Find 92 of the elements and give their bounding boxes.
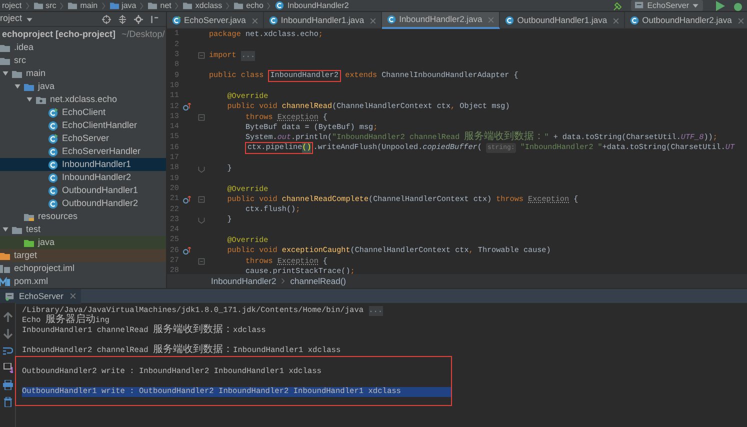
breadcrumb-item[interactable]: xdclass: [181, 0, 224, 10]
breadcrumb-item[interactable]: main: [66, 0, 100, 10]
class-icon: [48, 134, 58, 144]
project-view-dropdown[interactable]: roject: [0, 12, 34, 26]
file-icon: [0, 276, 10, 286]
breadcrumb-item[interactable]: net: [146, 0, 174, 10]
folder-icon: [68, 1, 78, 10]
caret-icon: [692, 2, 699, 9]
class-icon: [387, 15, 396, 24]
tree-item[interactable]: OutboundHandler1: [0, 184, 166, 197]
close-icon[interactable]: [70, 293, 76, 299]
target-icon[interactable]: [102, 14, 111, 24]
debug-button[interactable]: [733, 0, 743, 10]
breadcrumb-item[interactable]: src: [32, 0, 58, 10]
breadcrumb-item[interactable]: channelRead(): [290, 274, 346, 288]
folder-icon: [110, 1, 119, 10]
trash-icon[interactable]: [2, 397, 12, 407]
editor-tab[interactable]: OutboundHandler1.java: [500, 12, 626, 29]
tree-item[interactable]: EchoClient: [0, 106, 166, 119]
tree-item[interactable]: test: [0, 223, 166, 236]
chevron-icon: [100, 0, 108, 10]
scroll-to-end-icon[interactable]: [2, 363, 12, 373]
folder-icon: [148, 1, 158, 10]
down-arrow-icon[interactable]: [2, 329, 12, 339]
bug-icon: [733, 0, 743, 10]
console-icon: [5, 292, 15, 300]
tree-item[interactable]: java: [0, 236, 166, 249]
tree-item[interactable]: echoproject.iml: [0, 262, 166, 275]
close-icon[interactable]: [370, 18, 376, 24]
class-icon: [275, 1, 284, 10]
tree-item[interactable]: InboundHandler1: [0, 158, 166, 171]
tree-item[interactable]: InboundHandler2: [0, 171, 166, 184]
breadcrumb-item[interactable]: InboundHandler2: [273, 0, 351, 10]
tree-item[interactable]: EchoClientHandler: [0, 119, 166, 132]
run-config-dropdown[interactable]: EchoServer: [631, 0, 703, 11]
tree-item[interactable]: net.xdclass.echo: [0, 93, 166, 106]
tree-item[interactable]: main: [0, 67, 166, 80]
class-icon: [48, 146, 58, 156]
wrap-icon[interactable]: [2, 346, 12, 356]
editor-tab[interactable]: EchoServer.java: [167, 12, 264, 29]
class-icon: [48, 108, 58, 118]
folder-icon: [234, 1, 244, 10]
class-icon: [630, 16, 640, 25]
folder-icon: [34, 1, 43, 10]
breadcrumb-item[interactable]: java: [108, 0, 138, 10]
tree-item[interactable]: OutboundHandler2: [0, 197, 166, 210]
settings-icon[interactable]: [134, 14, 143, 24]
chevron-icon: [280, 277, 286, 285]
package-icon: [36, 94, 46, 104]
expand-arrow-icon[interactable]: [14, 83, 20, 90]
chevron-icon: [24, 0, 32, 10]
caret-icon: [26, 16, 34, 22]
hide-icon[interactable]: [150, 14, 159, 24]
expand-arrow-icon[interactable]: [2, 226, 8, 233]
print-icon[interactable]: [2, 380, 12, 390]
close-icon[interactable]: [738, 18, 744, 24]
class-icon: [48, 120, 58, 130]
class-icon: [48, 160, 58, 170]
close-icon[interactable]: [252, 18, 258, 24]
run-tab[interactable]: EchoServer: [0, 288, 82, 304]
tree-item[interactable]: target: [0, 249, 166, 262]
up-arrow-icon[interactable]: [2, 312, 12, 322]
breadcrumb-item[interactable]: InboundHandler2: [211, 274, 276, 288]
run-button[interactable]: [715, 0, 725, 10]
expand-arrow-icon[interactable]: [26, 96, 32, 103]
tree-item[interactable]: java: [0, 80, 166, 93]
close-icon[interactable]: [613, 18, 620, 24]
breadcrumb-item[interactable]: echo: [232, 0, 266, 10]
build-icon: [613, 0, 624, 10]
tree-item[interactable]: src: [0, 54, 166, 67]
tree-item[interactable]: .idea: [0, 41, 166, 54]
file-icon: [0, 264, 10, 274]
folder-icon: [183, 1, 192, 10]
tree-item[interactable]: resources: [0, 210, 166, 223]
editor-tab[interactable]: InboundHandler2.java: [382, 12, 500, 29]
breadcrumb-item[interactable]: roject: [0, 0, 24, 10]
tree-item[interactable]: pom.xml: [0, 275, 166, 288]
editor-tab[interactable]: OutboundHandler2.java: [625, 12, 747, 29]
class-icon: [48, 186, 58, 196]
tree-item[interactable]: EchoServerHandler: [0, 145, 166, 158]
class-icon: [172, 16, 181, 25]
class-icon: [505, 16, 514, 25]
tree-item[interactable]: echoproject [echo-project] ~/Desktop/: [0, 28, 166, 41]
project-path: ~/Desktop/: [122, 28, 165, 41]
tree-item[interactable]: EchoServer: [0, 132, 166, 145]
class-icon: [48, 198, 58, 208]
class-icon: [268, 16, 278, 25]
collapse-icon[interactable]: [118, 14, 127, 24]
config-icon: [635, 1, 644, 10]
class-icon: [48, 172, 58, 182]
expand-arrow-icon[interactable]: [2, 70, 8, 77]
folder-icon: [24, 212, 34, 222]
